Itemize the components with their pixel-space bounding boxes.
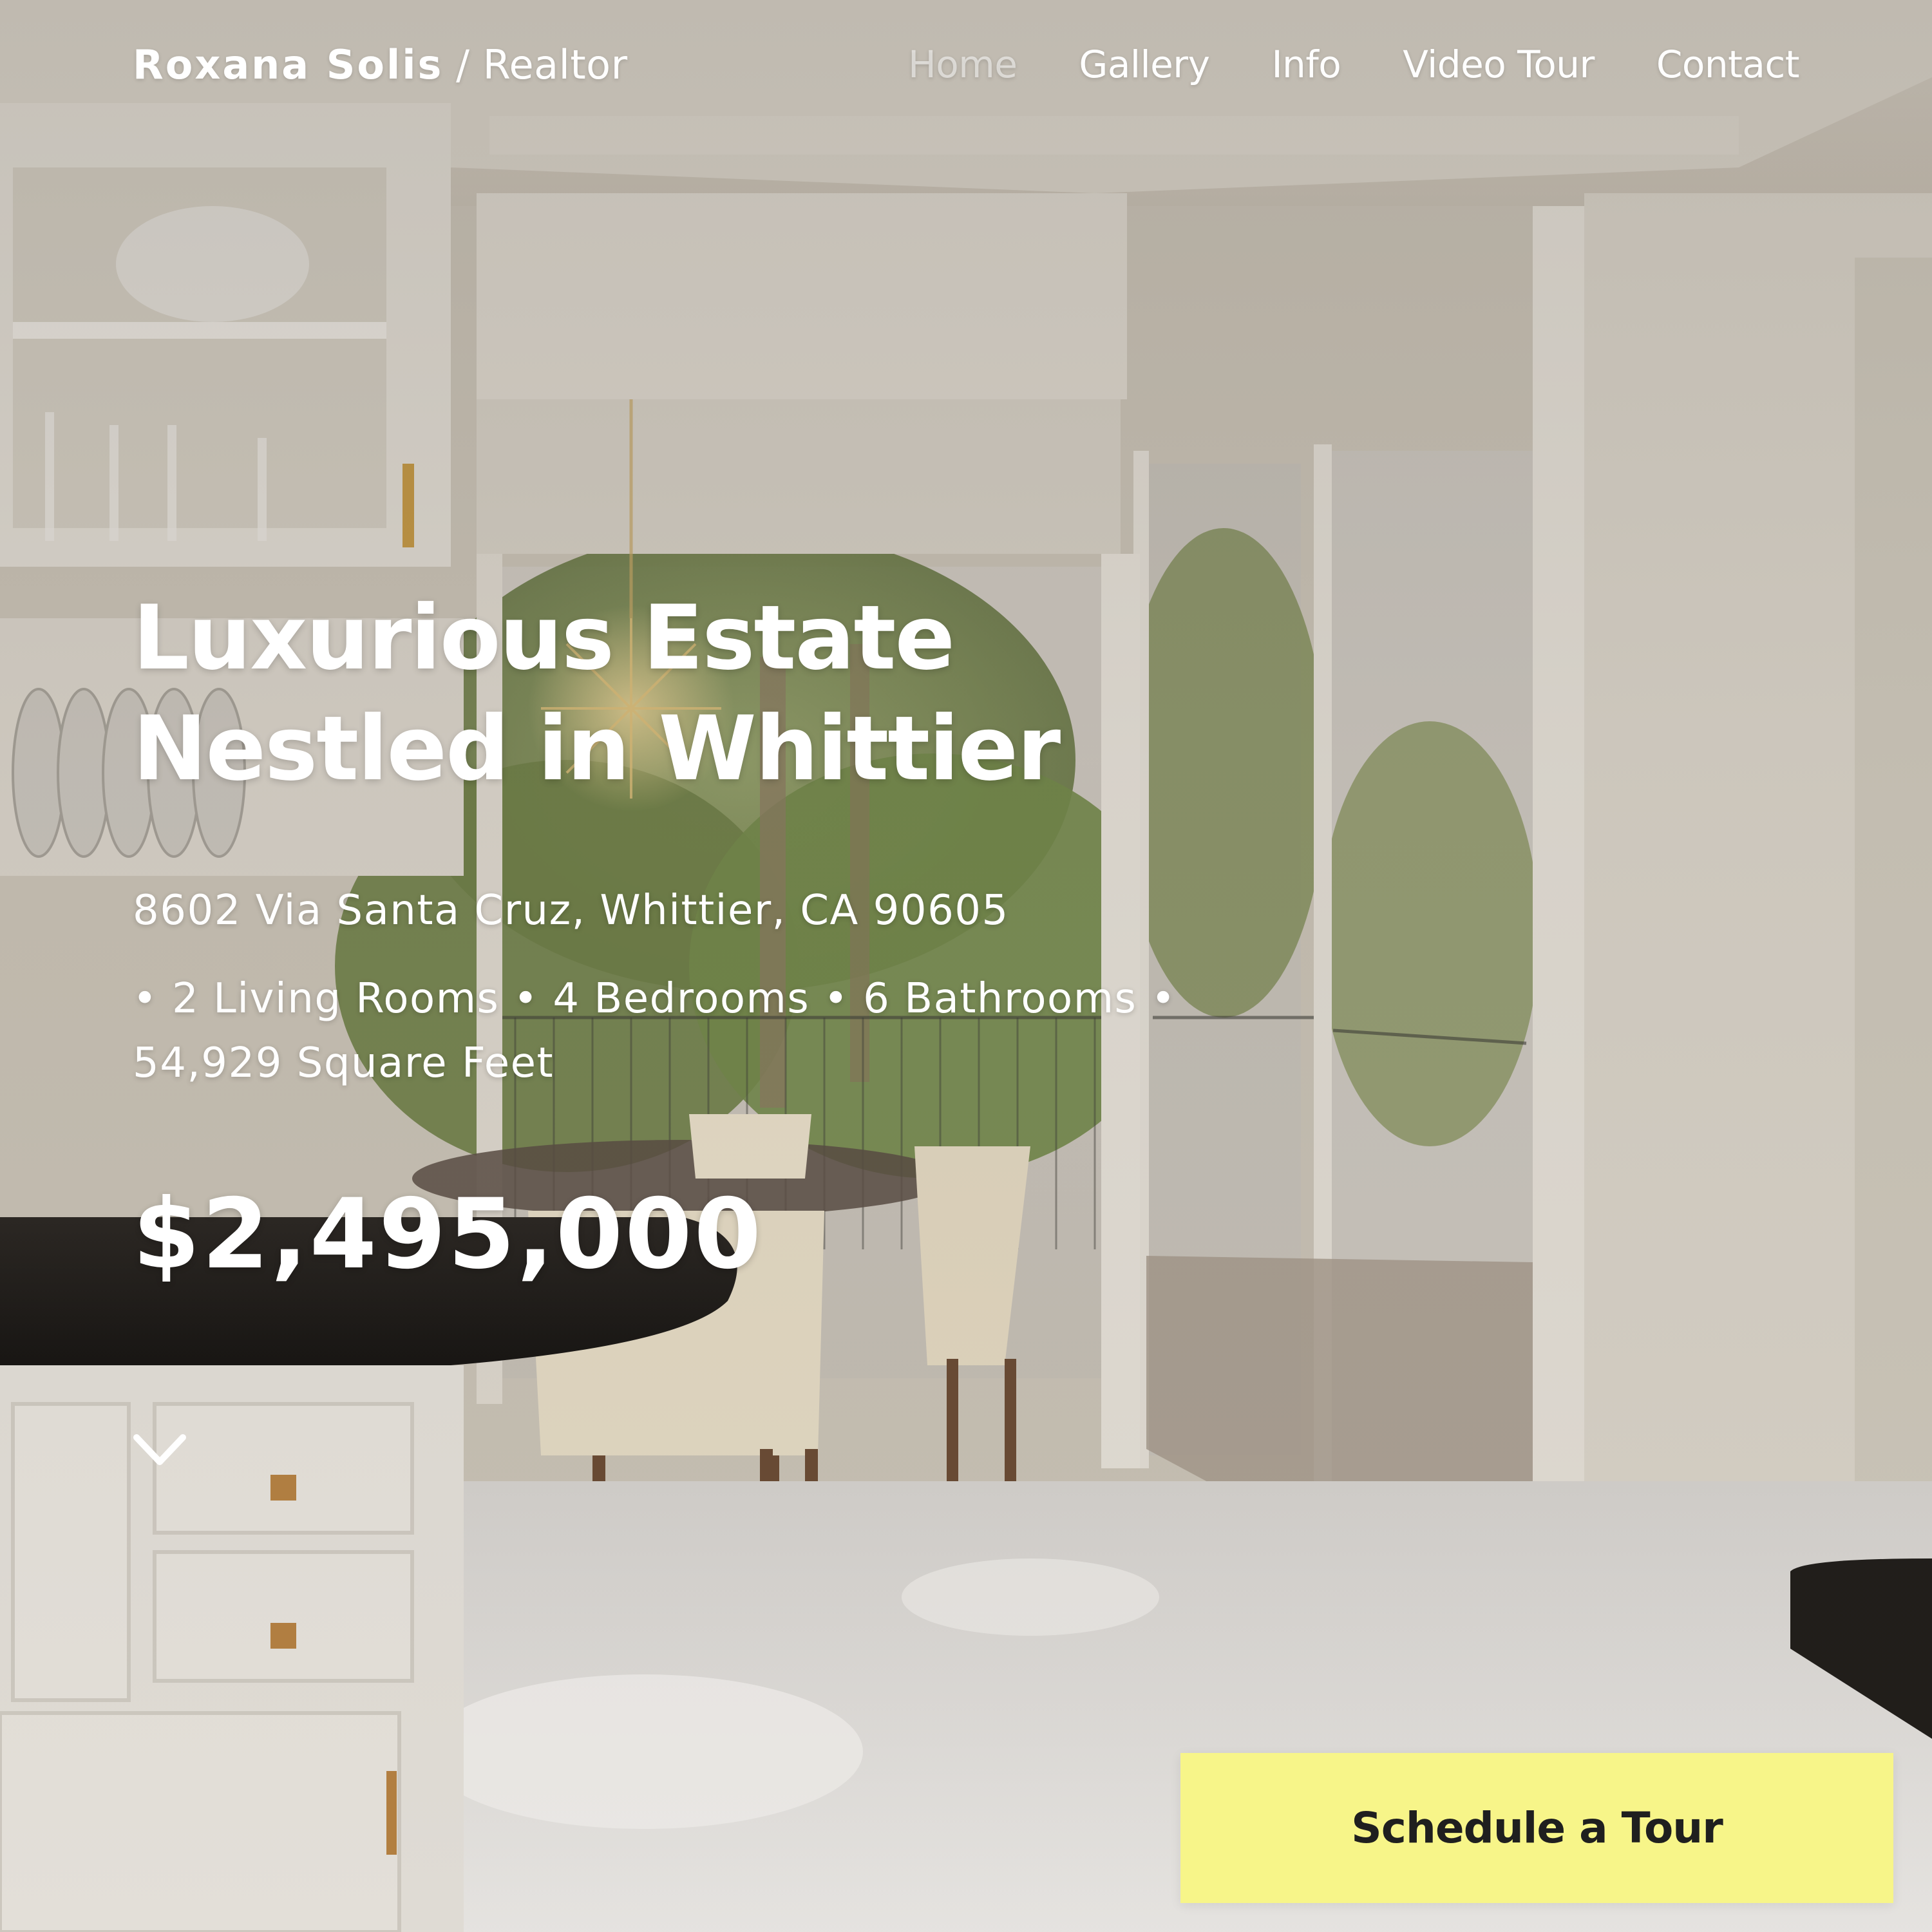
landing-page: Roxana Solis / Realtor Home Gallery Info… [0, 0, 1932, 1932]
property-address: 8602 Via Santa Cruz, Whittier, CA 90605 [133, 887, 1009, 934]
property-price: $2,495,000 [133, 1179, 763, 1291]
nav-contact[interactable]: Contact [1656, 43, 1800, 86]
brand-name: Roxana Solis [133, 41, 444, 88]
property-features: • 2 Living Rooms • 4 Bedrooms • 6 Bathro… [133, 975, 1177, 1087]
nav-video-tour[interactable]: Video Tour [1403, 43, 1595, 86]
hero-title-line-1: Luxurious Estate [133, 586, 955, 690]
nav-gallery[interactable]: Gallery [1079, 43, 1210, 86]
hero-title-line-2: Nestled in Whittier [133, 697, 1061, 800]
brand-role: / Realtor [456, 41, 628, 88]
nav-home[interactable]: Home [908, 43, 1018, 86]
nav-info[interactable]: Info [1271, 43, 1341, 86]
hero-title: Luxurious Estate Nestled in Whittier [133, 583, 1227, 804]
chevron-down-icon[interactable] [133, 1431, 187, 1470]
hero-section: Luxurious Estate Nestled in Whittier 860… [133, 583, 1227, 1095]
schedule-tour-button[interactable]: Schedule a Tour [1180, 1753, 1893, 1903]
main-nav: Home Gallery Info Video Tour Contact [908, 43, 1799, 86]
brand-logo[interactable]: Roxana Solis / Realtor [133, 41, 628, 88]
